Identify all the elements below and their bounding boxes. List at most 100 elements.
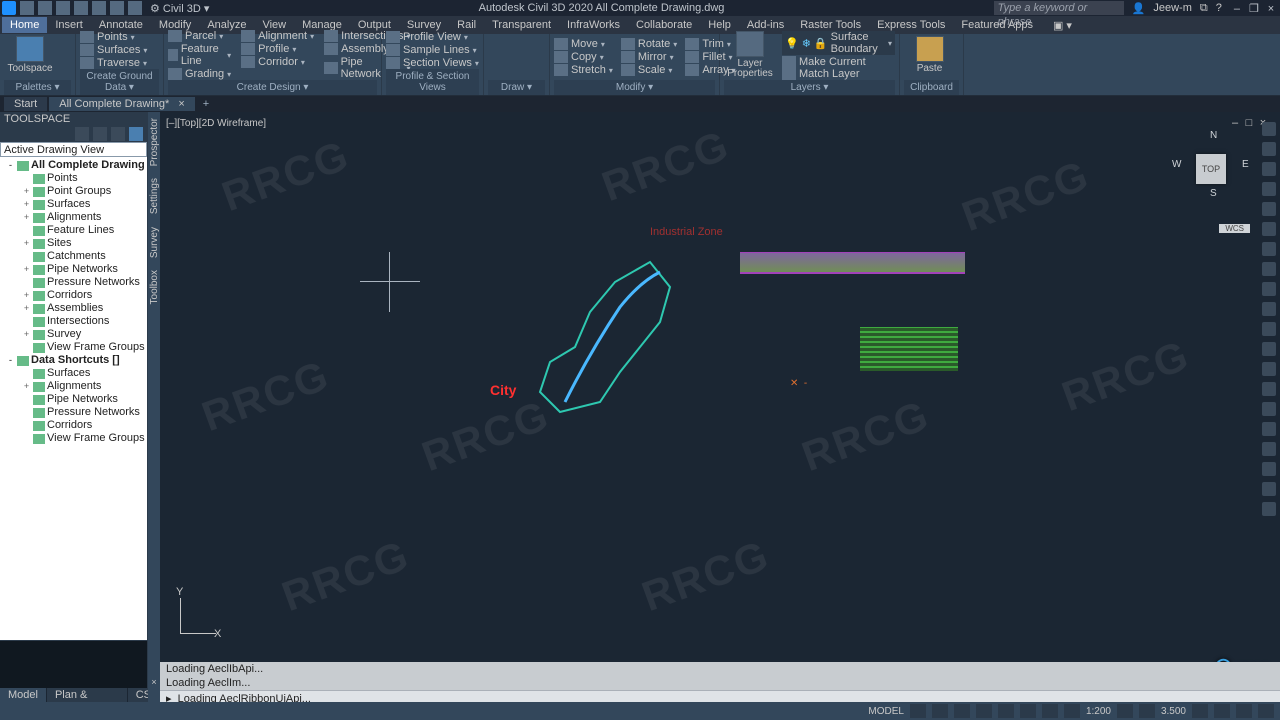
tree-sites[interactable]: +Sites (0, 237, 147, 250)
ortho-toggle-icon[interactable] (954, 704, 970, 718)
tree-corridors[interactable]: +Corridors (0, 289, 147, 302)
tab-infraworks[interactable]: InfraWorks (559, 17, 628, 33)
tab-current[interactable]: All Complete Drawing* × (49, 97, 195, 111)
tree-pressure-networks[interactable]: Pressure Networks (0, 276, 147, 289)
tab-transparent[interactable]: Transparent (484, 17, 559, 33)
hatch-icon[interactable] (520, 50, 534, 64)
tree-intersections[interactable]: Intersections (0, 315, 147, 328)
exchange-icon[interactable]: ⧉ (1200, 2, 1208, 15)
rect-icon[interactable] (488, 50, 502, 64)
modify-mirror[interactable]: Mirror▾ (621, 51, 677, 63)
anno-scale-icon[interactable] (1117, 704, 1133, 718)
nav-showmotion-icon[interactable] (1262, 202, 1276, 216)
design-parcel[interactable]: Parcel▾ (168, 30, 231, 42)
navigation-bar[interactable] (1260, 122, 1278, 516)
nav-icon-15[interactable] (1262, 402, 1276, 416)
viewport-min-icon[interactable]: – (1230, 118, 1240, 128)
design-alignment[interactable]: Alignment▾ (241, 30, 314, 42)
saveas-icon[interactable] (74, 1, 88, 15)
design-feature-line[interactable]: Feature Line▾ (168, 43, 231, 67)
layout-tab-model[interactable]: Model (0, 688, 47, 702)
tree-pipe-networks[interactable]: Pipe Networks (0, 393, 147, 406)
viewcube-n[interactable]: N (1210, 130, 1217, 141)
tab-start[interactable]: Start (4, 97, 47, 111)
modify-rotate[interactable]: Rotate▾ (621, 38, 677, 50)
modify-stretch[interactable]: Stretch▾ (554, 64, 613, 76)
modify-copy[interactable]: Copy▾ (554, 51, 613, 63)
nav-icon-8[interactable] (1262, 262, 1276, 276)
nav-icon-10[interactable] (1262, 302, 1276, 316)
ground-points[interactable]: Points▾ (80, 31, 159, 43)
tab-add-button[interactable]: + (197, 98, 215, 110)
paste-button[interactable]: Paste (904, 36, 955, 74)
ts-tool-3[interactable] (111, 127, 125, 141)
viewport-label[interactable]: [–][Top][2D Wireframe] (166, 118, 266, 129)
nav-icon-6[interactable] (1262, 222, 1276, 236)
quick-access-toolbar[interactable] (2, 1, 142, 15)
ts-tool-2[interactable] (93, 127, 107, 141)
region-icon[interactable] (504, 66, 518, 80)
nav-pan-icon[interactable] (1262, 142, 1276, 156)
tree-data-shortcuts-[interactable]: -Data Shortcuts [] (0, 354, 147, 367)
tab-featured-apps[interactable]: Featured Apps (953, 17, 1041, 33)
command-line[interactable]: × Loading AeclIbApi... Loading AeclIm...… (160, 662, 1280, 702)
isolate-icon[interactable] (1192, 704, 1208, 718)
point-icon[interactable] (488, 66, 502, 80)
nav-icon-19[interactable] (1262, 482, 1276, 496)
user-name[interactable]: Jeew-m (1153, 2, 1192, 14)
status-model[interactable]: MODEL (868, 706, 904, 717)
tree-pressure-networks[interactable]: Pressure Networks (0, 406, 147, 419)
grid-toggle-icon[interactable] (910, 704, 926, 718)
tree-surfaces[interactable]: +Surfaces (0, 198, 147, 211)
table-icon[interactable] (520, 66, 534, 80)
help-icon[interactable]: ? (1216, 2, 1222, 14)
layer-properties-button[interactable]: Layer Properties (724, 29, 776, 80)
status-value[interactable]: 3.500 (1161, 706, 1186, 717)
nav-orbit-icon[interactable] (1262, 182, 1276, 196)
workspace-icon[interactable] (1139, 704, 1155, 718)
design-grading[interactable]: Grading▾ (168, 68, 231, 80)
toolspace-view-combo[interactable]: Active Drawing View (0, 142, 147, 157)
viewcube-s[interactable]: S (1210, 188, 1217, 199)
viewcube-w[interactable]: W (1172, 159, 1181, 170)
rail-prospector[interactable]: Prospector (149, 112, 160, 172)
modify-scale[interactable]: Scale▾ (621, 64, 677, 76)
panel-title-modify[interactable]: Modify ▾ (554, 80, 715, 95)
tree-points[interactable]: Points (0, 172, 147, 185)
polyline-icon[interactable] (504, 34, 518, 48)
tree-catchments[interactable]: Catchments (0, 250, 147, 263)
tree-corridors[interactable]: Corridors (0, 419, 147, 432)
min-button[interactable]: – (1230, 3, 1244, 15)
panel-title-draw[interactable]: Draw ▾ (488, 80, 545, 95)
tab-home[interactable]: Home (2, 17, 47, 33)
viewcube[interactable]: N S E W TOP (1172, 130, 1250, 210)
layout-tab-plan-profile[interactable]: Plan & Profile (47, 688, 128, 702)
circle-icon[interactable] (520, 34, 534, 48)
nav-icon-16[interactable] (1262, 422, 1276, 436)
tab-collaborate[interactable]: Collaborate (628, 17, 700, 33)
tab-overflow[interactable]: ▣ ▾ (1045, 17, 1080, 34)
viewcube-face[interactable]: TOP (1196, 154, 1226, 184)
restore-button[interactable]: ❐ (1247, 2, 1261, 15)
close-button[interactable]: × (1264, 3, 1278, 15)
polar-toggle-icon[interactable] (976, 704, 992, 718)
tree-survey[interactable]: +Survey (0, 328, 147, 341)
tree-pipe-networks[interactable]: +Pipe Networks (0, 263, 147, 276)
spline-icon[interactable] (536, 50, 550, 64)
new-icon[interactable] (20, 1, 34, 15)
hardware-icon[interactable] (1214, 704, 1230, 718)
open-icon[interactable] (38, 1, 52, 15)
drawing-canvas[interactable]: [–][Top][2D Wireframe] – □ × RRCG RRCG R… (160, 112, 1280, 702)
nav-icon-13[interactable] (1262, 362, 1276, 376)
rail-settings[interactable]: Settings (149, 172, 160, 220)
nav-icon-17[interactable] (1262, 442, 1276, 456)
panel-title-palettes[interactable]: Palettes ▾ (4, 80, 71, 95)
customize-icon[interactable] (1258, 704, 1274, 718)
line-icon[interactable] (488, 34, 502, 48)
nav-zoom-icon[interactable] (1262, 162, 1276, 176)
ts-help-icon[interactable] (129, 127, 143, 141)
panel-title-ground[interactable]: Create Ground Data ▾ (80, 69, 159, 95)
otrack-toggle-icon[interactable] (1020, 704, 1036, 718)
tree-assemblies[interactable]: +Assemblies (0, 302, 147, 315)
ts-tool-1[interactable] (75, 127, 89, 141)
